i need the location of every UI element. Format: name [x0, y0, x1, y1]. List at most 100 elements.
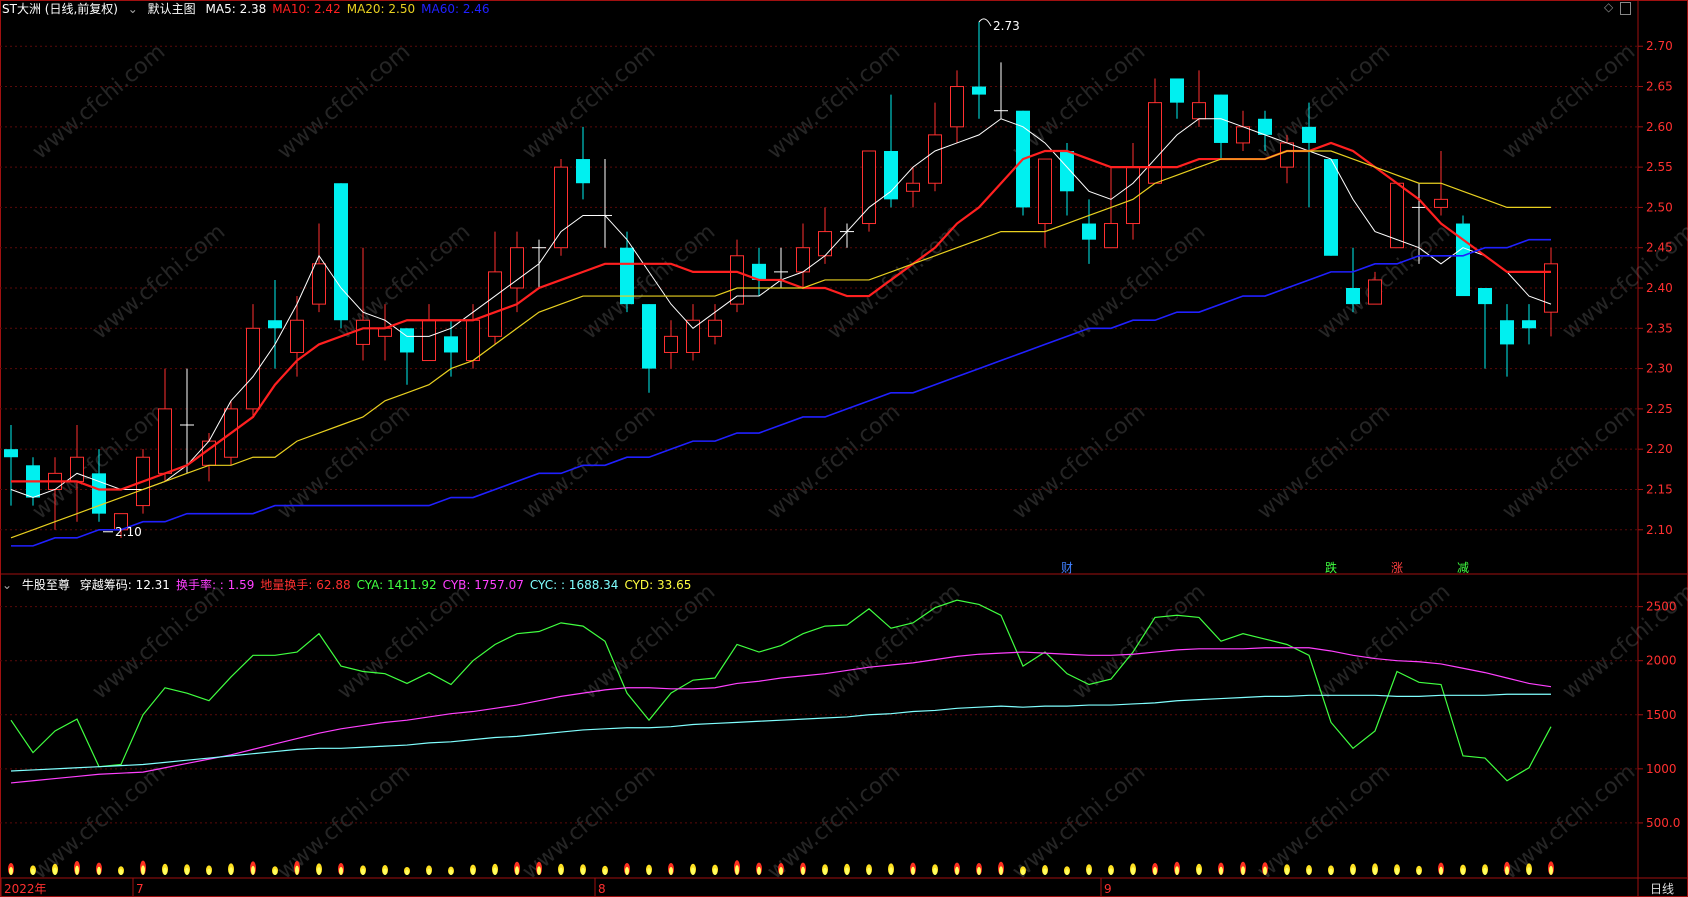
watermark-text: www.cfchi.com	[763, 39, 905, 164]
watermark-text: www.cfchi.com	[28, 39, 170, 164]
cyd-bar-core	[537, 866, 541, 875]
watermark-text: www.cfchi.com	[763, 399, 905, 524]
candle-body	[444, 336, 458, 353]
cyd-bar-core	[933, 867, 937, 876]
cyd-bar-core	[141, 865, 145, 875]
candle-body	[246, 327, 260, 410]
cyd-bar-core	[1373, 867, 1377, 876]
watermark-layer: www.cfchi.com www.cfchi.com www.cfchi.com w…	[28, 39, 1688, 884]
candle-body	[466, 319, 480, 362]
candle-body	[1082, 223, 1096, 240]
cyd-bar-core	[1021, 869, 1025, 875]
candle-body	[818, 231, 832, 257]
cyd-bar-core	[735, 865, 739, 875]
cyd-bar-core	[9, 867, 13, 875]
main-ytick-label: 2.50	[1646, 200, 1673, 214]
watermark-text: www.cfchi.com	[88, 219, 230, 344]
cyd-bar-core	[801, 866, 805, 875]
cyd-bar-core	[1219, 866, 1223, 875]
candle-body	[950, 86, 964, 128]
cyd-bar-core	[97, 866, 101, 875]
cyd-bar-core	[999, 866, 1003, 875]
cyd-bar-core	[251, 865, 255, 875]
cyd-bar-core	[317, 867, 321, 876]
timeframe-label[interactable]: 日线	[1650, 880, 1674, 897]
cyd-bar-core	[1197, 867, 1201, 875]
cyd-bar-core	[163, 867, 167, 875]
cyd-bar-core	[1505, 866, 1509, 875]
main-ytick-label: 2.55	[1646, 160, 1673, 174]
cyd-bar-core	[581, 867, 585, 876]
cyd-bar-core	[493, 867, 497, 875]
sub-ytick-label: 1500	[1646, 708, 1677, 722]
date-label: 2022年	[4, 882, 47, 896]
cyd-bar-core	[207, 868, 211, 875]
candle-body	[972, 86, 986, 95]
indicator-legend-item--2: 地量换手: 62.88	[260, 578, 351, 592]
cyd-bar-core	[1417, 868, 1421, 876]
cyd-bar-core	[185, 867, 189, 876]
ma-legend-item-ma5-0: MA5: 2.38	[205, 2, 267, 16]
ma-legend-item-ma10-1: MA10: 2.42	[272, 2, 341, 16]
cyd-bar-core	[515, 866, 519, 875]
date-label: 7	[136, 882, 144, 896]
chart-mode[interactable]: 默认主图	[148, 2, 196, 16]
cyd-bar-core	[383, 868, 387, 876]
watermark-text: www.cfchi.com	[88, 579, 230, 704]
candle-body	[1280, 142, 1294, 168]
watermark-text: www.cfchi.com	[1498, 399, 1640, 524]
candle-body	[928, 134, 942, 184]
cyd-bar-core	[1263, 866, 1267, 875]
cyd-bar-core	[1175, 866, 1179, 875]
candle-body	[906, 182, 920, 192]
cyd-bar-core	[295, 865, 299, 875]
candle-body	[664, 335, 678, 353]
panel-toggle-icon[interactable]	[1620, 2, 1631, 15]
sub-ytick-label: 500.0	[1646, 816, 1680, 830]
cyd-bar-core	[691, 867, 695, 875]
candle-body	[884, 151, 898, 200]
indicator-legend-item-cya-3: CYA: 1411.92	[356, 578, 437, 592]
candle-body	[1324, 159, 1338, 256]
cyd-bar-core	[53, 867, 57, 875]
candle-body	[1478, 288, 1492, 305]
cyd-bar-core	[361, 868, 365, 875]
date-label: 8	[598, 882, 606, 896]
indicator-title[interactable]: 牛股至尊	[22, 578, 70, 592]
cyd-bar-core	[1329, 868, 1333, 875]
event-marker: 涨	[1391, 560, 1403, 575]
high-label: 2.73	[993, 19, 1020, 33]
cyd-bar-core	[977, 867, 981, 875]
watermark-text: www.cfchi.com	[1558, 579, 1688, 704]
cyd-bar-core	[669, 867, 673, 875]
cyd-bar-core	[1043, 868, 1047, 876]
watermark-text: www.cfchi.com	[1008, 759, 1150, 884]
cyd-bar-core	[1549, 865, 1553, 875]
chevron-down-icon[interactable]: ⌄	[128, 2, 138, 16]
candle-body	[1060, 151, 1074, 192]
candle-body	[1302, 126, 1316, 143]
candle-body	[1368, 279, 1382, 305]
cyd-bar-core	[823, 867, 827, 876]
ma-legend: MA5: 2.38 MA10: 2.42 MA20: 2.50 MA60: 2.46	[206, 2, 496, 16]
ma-legend-item-ma60-3: MA60: 2.46	[421, 2, 490, 16]
main-ytick-label: 2.70	[1646, 39, 1673, 53]
watermark-text: www.cfchi.com	[578, 579, 720, 704]
indicator-header: ⌄ 牛股至尊 穿越筹码: 12.31 换手率: : 1.59 地量换手: 62.88…	[2, 576, 703, 593]
cyd-bar-core	[31, 868, 35, 875]
stock-title[interactable]: ST大洲 (日线,前复权)	[2, 2, 118, 16]
cyd-bar-core	[911, 866, 915, 875]
diamond-icon[interactable]: ◇	[1604, 0, 1613, 14]
indicator-legend-item-cyb-4: CYB: 1757.07	[442, 578, 524, 592]
main-ytick-label: 2.15	[1646, 482, 1673, 496]
cyd-bar-core	[779, 867, 783, 875]
cyd-bar-core	[889, 867, 893, 876]
cyd-bar-core	[955, 866, 959, 875]
cyd-bar-core	[1131, 867, 1135, 876]
chevron-down-icon[interactable]: ⌄	[2, 578, 12, 592]
cyd-bar-core	[1439, 866, 1443, 875]
candle-body	[554, 166, 568, 249]
candle-body	[268, 320, 282, 329]
cyd-bar-core	[1351, 867, 1355, 875]
ma-line-ma5	[10, 118, 1552, 499]
